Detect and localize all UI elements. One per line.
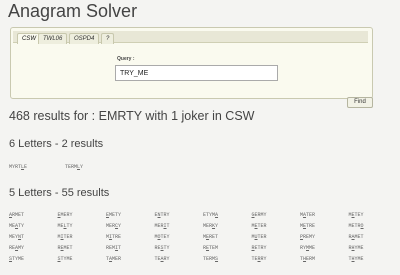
result-word[interactable]: MOTEY [155, 234, 170, 240]
joker-letter: E [106, 212, 110, 218]
result-word[interactable]: MITER [58, 234, 73, 240]
joker-letter: E [60, 245, 64, 251]
result-word[interactable]: METRO [349, 223, 364, 229]
joker-letter: I [163, 223, 167, 229]
joker-letter: H [303, 256, 307, 262]
result-word[interactable]: METRE [300, 223, 315, 229]
page-title: Anagram Solver [8, 1, 138, 21]
query-input[interactable] [115, 65, 278, 81]
result-word[interactable]: RESTY [155, 245, 170, 251]
result-word[interactable]: RETRY [252, 245, 267, 251]
result-word[interactable]: RYMME [300, 245, 315, 251]
result-word[interactable]: REMET [58, 245, 73, 251]
result-word[interactable]: MELTY [58, 223, 73, 229]
joker-letter: A [351, 234, 355, 240]
joker-letter: I [109, 234, 113, 240]
result-word[interactable]: MERCY [106, 223, 121, 229]
result-word[interactable]: RAMET [349, 234, 364, 240]
joker-letter: E [206, 234, 210, 240]
group-heading-5-letters: 5 Letters - 55 results [9, 187, 110, 199]
joker-letter: L [63, 223, 67, 229]
result-word[interactable]: RHYME [349, 245, 364, 251]
joker-letter: K [212, 223, 216, 229]
joker-letter: G [251, 212, 255, 218]
result-word[interactable]: MUTER [252, 234, 267, 240]
result-word[interactable]: MITRE [106, 234, 121, 240]
joker-letter: E [254, 223, 258, 229]
query-label: Query : [117, 56, 135, 62]
result-word[interactable]: TERMLY [65, 164, 83, 170]
result-word[interactable]: REMIT [106, 245, 121, 251]
joker-letter: R [257, 256, 261, 262]
result-word[interactable]: THYME [349, 256, 364, 262]
tab-twl06[interactable]: TWL06 [38, 33, 68, 44]
tab-help[interactable]: ? [101, 33, 115, 44]
joker-letter: L [77, 164, 81, 170]
dictionary-tabs: CSW TWL06 OSPD4 ? [13, 31, 368, 44]
results-summary: 468 results for : EMRTY with 1 joker in … [9, 109, 255, 123]
joker-letter: E [206, 245, 210, 251]
result-word[interactable]: ETYMA [203, 212, 218, 218]
result-word[interactable]: METER [252, 223, 267, 229]
result-word[interactable]: EMETY [106, 212, 121, 218]
result-word[interactable]: MYRTLE [9, 164, 27, 170]
joker-letter: P [300, 234, 304, 240]
result-word[interactable]: MERET [203, 234, 218, 240]
joker-letter: A [15, 223, 19, 229]
result-word[interactable]: THERM [300, 256, 315, 262]
joker-letter: O [157, 234, 161, 240]
result-word[interactable]: REAMY [9, 245, 24, 251]
result-word[interactable]: EMERY [58, 212, 73, 218]
joker-letter: A [15, 245, 19, 251]
joker-letter: A [160, 256, 164, 262]
joker-letter: R [251, 245, 255, 251]
joker-letter: H [351, 245, 355, 251]
result-word[interactable]: ENTRY [155, 212, 170, 218]
joker-letter: I [115, 245, 119, 251]
result-word[interactable]: TERRY [252, 256, 267, 262]
result-word[interactable]: STYME [58, 256, 73, 262]
result-word[interactable]: MERIT [155, 223, 170, 229]
joker-letter: E [57, 212, 61, 218]
group-heading-6-letters: 6 Letters - 2 results [9, 138, 104, 150]
search-panel: CSW TWL06 OSPD4 ? Query : [10, 27, 373, 99]
joker-letter: A [9, 212, 13, 218]
result-word[interactable]: TERMS [203, 256, 218, 262]
joker-letter: E [303, 223, 307, 229]
joker-letter: H [351, 256, 355, 262]
joker-letter: I [60, 234, 64, 240]
result-word[interactable]: PREMY [300, 234, 315, 240]
result-word[interactable]: MERKY [203, 223, 218, 229]
joker-letter: O [360, 223, 364, 229]
result-word[interactable]: ARMET [9, 212, 24, 218]
tab-ospd4[interactable]: OSPD4 [69, 33, 100, 44]
result-word[interactable]: MEATY [9, 223, 24, 229]
result-word[interactable]: STYME [9, 256, 24, 262]
joker-letter: A [109, 256, 113, 262]
result-word[interactable]: TEARY [155, 256, 170, 262]
joker-letter: S [215, 256, 219, 262]
joker-letter: M [306, 245, 310, 251]
result-word[interactable]: METEY [349, 212, 364, 218]
result-word[interactable]: RETEM [203, 245, 218, 251]
joker-letter: S [160, 245, 164, 251]
joker-letter: A [215, 212, 219, 218]
joker-letter: S [9, 256, 13, 262]
result-word[interactable]: MATER [300, 212, 315, 218]
joker-letter: L [21, 164, 25, 170]
result-word[interactable]: TAMER [106, 256, 121, 262]
joker-letter: U [254, 234, 258, 240]
joker-letter: E [351, 212, 355, 218]
joker-letter: C [115, 223, 119, 229]
joker-letter: S [57, 256, 61, 262]
find-button[interactable]: Find [347, 97, 373, 108]
result-word[interactable]: GERMY [252, 212, 267, 218]
joker-letter: N [18, 234, 22, 240]
joker-letter: N [157, 212, 161, 218]
result-word[interactable]: MEYNT [9, 234, 24, 240]
joker-letter: A [303, 212, 307, 218]
